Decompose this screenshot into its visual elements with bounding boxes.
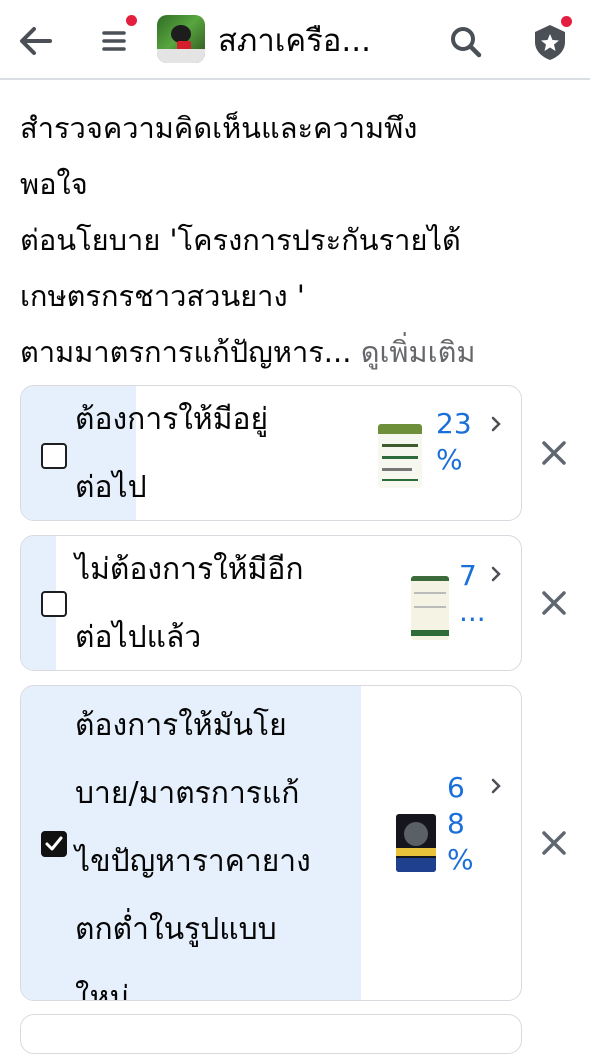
remove-option-icon[interactable] — [540, 439, 568, 467]
option-percentage: 7 ... — [459, 559, 486, 628]
poll-question: สำรวจความคิดเห็นและความพึง พอใจ ต่อนโยบา… — [20, 100, 580, 380]
poll-option-3[interactable]: ต้องการให้มันโย บาย/มาตรการแก้ ไขปัญหารา… — [20, 685, 522, 1001]
question-line: ต่อนโยบาย 'โครงการประกันรายได้ — [20, 223, 461, 257]
remove-option-icon[interactable] — [540, 589, 568, 617]
remove-option-icon[interactable] — [540, 829, 568, 857]
option-checkbox[interactable] — [41, 591, 67, 617]
chevron-right-icon[interactable] — [490, 566, 502, 582]
shield-notification-dot — [561, 16, 572, 27]
voter-avatar-thumbnail — [396, 814, 436, 872]
menu-notification-dot — [126, 15, 137, 26]
question-line: พอใจ — [20, 167, 88, 201]
voter-avatar-thumbnail — [378, 424, 422, 488]
poll-option-1[interactable]: ต้องการให้มีอยู่ ต่อไป 23 % — [20, 385, 522, 521]
question-line: สำรวจความคิดเห็นและความพึง — [20, 111, 418, 145]
group-title[interactable]: สภาเครือ... — [218, 18, 418, 64]
top-bar: สภาเครือ... — [0, 0, 590, 80]
search-icon[interactable] — [448, 24, 484, 60]
see-more-link[interactable]: ดูเพิ่มเติม — [361, 335, 476, 369]
option-label: ไม่ต้องการให้มีอีก ต่อไปแล้ว — [75, 552, 304, 655]
voter-avatar-thumbnail — [411, 576, 449, 640]
menu-icon[interactable] — [100, 24, 132, 58]
option-checkbox[interactable] — [41, 443, 67, 469]
group-avatar[interactable] — [157, 15, 205, 63]
shield-icon[interactable] — [530, 22, 570, 62]
option-label: ต้องการให้มีอยู่ ต่อไป — [75, 402, 269, 505]
option-checkbox-checked[interactable] — [41, 831, 67, 857]
question-line-last: ตามมาตรการแก้ปัญหาร... ดูเพิ่มเติม — [20, 335, 476, 369]
option-label: ต้องการให้มันโย บาย/มาตรการแก้ ไขปัญหารา… — [75, 708, 311, 1001]
option-percentage: 6 8 % — [447, 771, 474, 876]
back-arrow-icon[interactable] — [16, 24, 56, 58]
option-percentage: 23 % — [436, 407, 472, 476]
poll-option-2[interactable]: ไม่ต้องการให้มีอีก ต่อไปแล้ว 7 ... — [20, 535, 522, 671]
chevron-right-icon[interactable] — [490, 778, 502, 794]
poll-option-4[interactable] — [20, 1014, 522, 1054]
chevron-right-icon[interactable] — [490, 416, 502, 432]
question-line: เกษตรกรชาวสวนยาง ' — [20, 279, 305, 313]
